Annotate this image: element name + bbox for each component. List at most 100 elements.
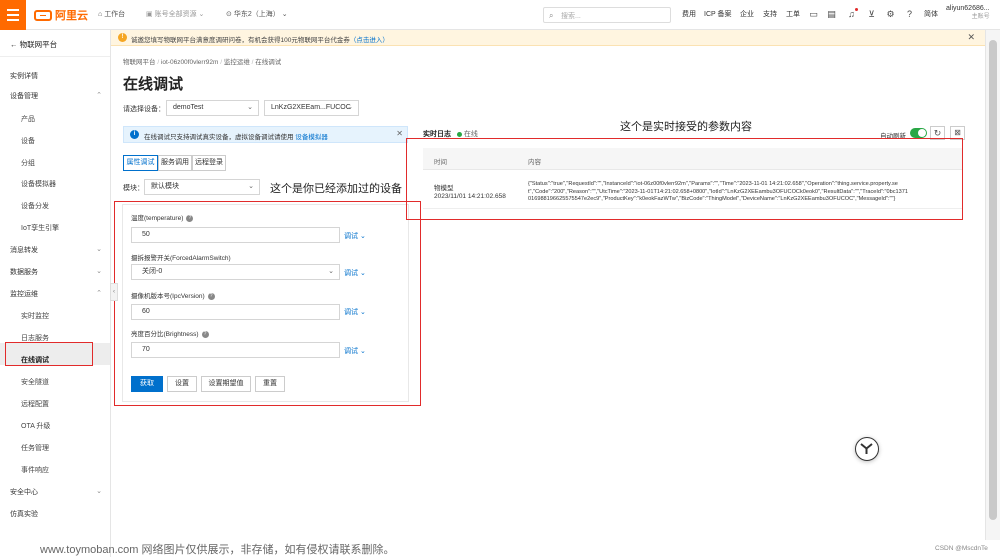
chevron-up-icon: ⌃ (96, 290, 102, 297)
sidebar-item[interactable]: OTA 升级 (0, 421, 110, 431)
product-select[interactable]: demoTest ⌄ (166, 100, 259, 116)
sidebar-item-label: 设备分发 (21, 203, 49, 210)
sidebar-item-label: 事件响应 (21, 467, 49, 474)
sidebar-item-label: 实例详情 (10, 73, 38, 80)
help-icon[interactable]: ? (904, 9, 915, 20)
gear-icon[interactable]: ⚙ (885, 9, 896, 20)
warning-icon: ! (118, 33, 127, 42)
sidebar-item-label: 远程配置 (21, 401, 49, 408)
account-label: 账号全部资源 (154, 11, 197, 18)
notice-text: 诚邀您填写物联网平台满意度调研问卷，有机会获得100元物联网平台代金券（点击进入… (131, 34, 389, 44)
sidebar-item[interactable]: 设备 (0, 136, 110, 146)
sidebar-collapse-handle[interactable]: ‹ (110, 283, 118, 301)
info-text: 在线调试只支持调试真实设备，虚拟设备调试请使用 设备模拟器 (144, 131, 328, 141)
notice-link[interactable]: （点击进入） (350, 37, 389, 44)
breadcrumb-item: 在线调试 (255, 59, 282, 66)
breadcrumb-item[interactable]: 物联网平台 (123, 59, 156, 66)
sidebar-item-label: 设备 (21, 138, 35, 145)
breadcrumb: 物联网平台 / iot-06z00f0vlerr92m / 监控运维 / 在线调… (123, 59, 282, 66)
assistant-icon[interactable] (855, 437, 879, 461)
menu-icon[interactable] (0, 0, 26, 30)
aliyun-logo[interactable]: 阿里云 (34, 8, 88, 22)
notice-banner: ! 诚邀您填写物联网平台满意度调研问卷，有机会获得100元物联网平台代金券（点击… (111, 30, 985, 46)
page-title: 在线调试 (123, 76, 184, 93)
document-icon[interactable]: ▤ (826, 9, 837, 20)
annotation-box-properties (114, 201, 421, 406)
sidebar-item[interactable]: 安全隧道 (0, 377, 110, 387)
info-bar: i 在线调试只支持调试真实设备，虚拟设备调试请使用 设备模拟器 ✕ (123, 126, 408, 143)
chevron-up-icon: ⌃ (96, 92, 102, 99)
workbench-link[interactable]: ⌂ 工作台 (98, 0, 125, 30)
notification-dot (855, 8, 858, 11)
auto-refresh-toggle[interactable] (910, 128, 927, 138)
watermark: www.toymoban.com 网络图片仅供展示，非存储，如有侵权请联系删除。 (40, 544, 395, 556)
sidebar-item-label: OTA 升级 (21, 423, 51, 430)
device-select[interactable]: LnKzG2XEEam...FUCOC ⌄ (264, 100, 359, 116)
user-menu[interactable]: aliyun62686... 主账号 (946, 4, 990, 22)
enterprise-link[interactable]: 企业 (740, 0, 754, 30)
sidebar: ← 物联网平台 实例详情设备管理 ⌃ 产品设备分组设备模拟器设备分发 IoT孪生引擎消… (0, 30, 111, 557)
icp-link[interactable]: ICP 备案 (704, 0, 732, 30)
close-icon[interactable]: ✕ (396, 129, 403, 138)
support-link[interactable]: 支持 (763, 0, 777, 30)
breadcrumb-item[interactable]: iot-06z00f0vlerr92m (161, 59, 218, 66)
annotation-device-added: 这个是你已经添加过的设备 (270, 183, 402, 195)
module-select[interactable]: 默认模块 ⌄ (144, 179, 260, 195)
tab-remote-login[interactable]: 远程登录 (192, 155, 226, 171)
chevron-down-icon: ⌄ (248, 183, 254, 190)
terminal-icon[interactable]: ▭ (808, 9, 819, 20)
device-select-value: LnKzG2XEEam...FUCOC (271, 104, 351, 111)
cart-icon[interactable]: ⊻ (866, 9, 877, 20)
sidebar-item-label: 设备管理 (10, 93, 38, 100)
sidebar-item[interactable]: 实时监控 (0, 311, 110, 321)
tab-property-debug[interactable]: 属性调试 (123, 155, 158, 171)
sidebar-item[interactable]: IoT孪生引擎 (0, 223, 110, 233)
chevron-down-icon: ⌄ (96, 246, 102, 253)
sidebar-item[interactable]: 设备分发 (0, 201, 110, 211)
sidebar-item-label: 安全隧道 (21, 379, 49, 386)
scrollbar-thumb[interactable] (989, 40, 997, 520)
location-icon: ⊙ (226, 11, 232, 18)
sidebar-item[interactable]: 分组 (0, 158, 110, 168)
sidebar-item-label: 安全中心 (10, 489, 38, 496)
chevron-down-icon: ⌄ (347, 104, 353, 111)
breadcrumb-item[interactable]: 监控运维 (224, 59, 250, 66)
sidebar-item[interactable]: 设备模拟器 (0, 179, 110, 189)
sidebar-item-label: IoT孪生引擎 (21, 225, 60, 232)
sidebar-item[interactable]: 实例详情 (0, 71, 110, 81)
toggle-knob (918, 129, 926, 137)
search-input[interactable]: ⌕ 搜索... (543, 7, 671, 23)
sidebar-item-label: 分组 (21, 160, 35, 167)
simulator-link[interactable]: 设备模拟器 (295, 134, 328, 141)
ticket-link[interactable]: 工单 (786, 0, 800, 30)
fee-link[interactable]: 费用 (682, 0, 696, 30)
region-selector[interactable]: ⊙ 华东2（上海） ⌄ (226, 0, 288, 30)
sidebar-item-label: 实时监控 (21, 313, 49, 320)
sidebar-item-label: 任务管理 (21, 445, 49, 452)
account-selector[interactable]: ▣ 账号全部资源 ⌄ (146, 0, 204, 30)
logo-text: 阿里云 (55, 10, 88, 22)
sidebar-item[interactable]: 事件响应 (0, 465, 110, 475)
sidebar-item[interactable]: 安全中心 ⌄ (0, 487, 110, 497)
sidebar-item[interactable]: 消息转发 ⌄ (0, 245, 110, 255)
aliyun-logo-icon (34, 9, 52, 21)
sidebar-back[interactable]: ← 物联网平台 (0, 39, 110, 50)
sidebar-item[interactable]: 仿真实验 (0, 509, 110, 519)
sidebar-item-label: 设备模拟器 (21, 181, 56, 188)
scrollbar[interactable] (985, 30, 1000, 540)
tab-service-call[interactable]: 服务调用 (158, 155, 192, 171)
region-label: 华东2（上海） (233, 11, 280, 18)
sidebar-item[interactable]: 任务管理 (0, 443, 110, 453)
language-switch[interactable]: 简体 (924, 0, 938, 30)
sidebar-item[interactable]: 设备管理 ⌃ (0, 91, 110, 101)
log-title-text: 实时日志 (423, 131, 451, 138)
chevron-down-icon: ⌄ (198, 11, 205, 18)
user-role: 主账号 (971, 14, 990, 20)
sidebar-item[interactable]: 产品 (0, 114, 110, 124)
sidebar-item[interactable]: 远程配置 (0, 399, 110, 409)
close-icon[interactable]: ✕ (967, 32, 975, 43)
sidebar-item[interactable]: 数据服务 ⌄ (0, 267, 110, 277)
annotation-box-log (406, 138, 963, 220)
sidebar-item[interactable]: 监控运维 ⌃ (0, 289, 110, 299)
module-select-value: 默认模块 (151, 183, 179, 190)
